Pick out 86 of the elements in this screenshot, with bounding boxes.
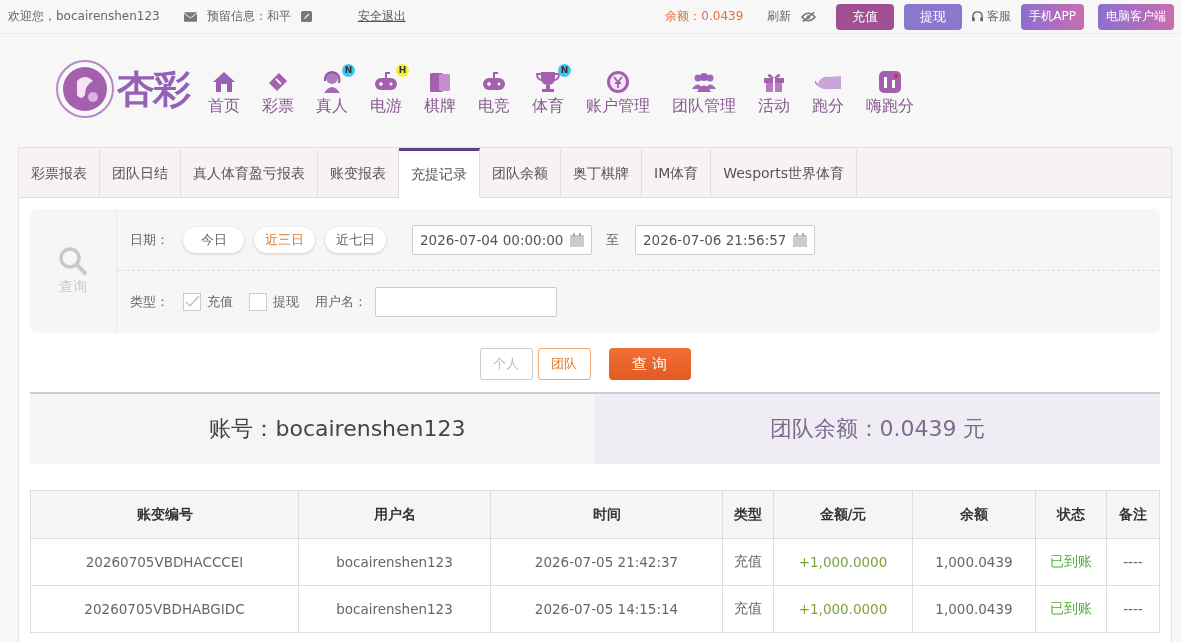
report-tab[interactable]: IM体育 (642, 148, 712, 197)
column-header: 时间 (490, 490, 723, 539)
end-date-field[interactable]: 2026-07-06 21:56:57 (635, 224, 815, 255)
checkbox-label[interactable]: 提现 (273, 292, 299, 311)
checkbox[interactable] (249, 292, 267, 311)
calendar-icon[interactable] (793, 232, 807, 247)
account-text: 账号：bocairenshen123 (209, 415, 466, 443)
start-date-field[interactable]: 2026-07-04 00:00:00 (412, 224, 592, 255)
mobile-app-button[interactable]: 手机APP (1021, 3, 1084, 30)
type-label: 类型： (130, 292, 169, 311)
report-tab[interactable]: 真人体育盈亏报表 (181, 148, 318, 197)
date-range-button[interactable]: 近三日 (254, 226, 315, 253)
nav-item[interactable]: 电竞 (467, 61, 521, 117)
column-header: 备注 (1106, 490, 1160, 539)
table-cell: 20260705VBDHACCCEI (30, 538, 299, 586)
username-label: 用户名： (315, 292, 367, 311)
nav-item[interactable]: 活动 (747, 61, 801, 117)
table-cell: ---- (1106, 585, 1160, 633)
balance-text: 余额：0.0439 (665, 8, 744, 25)
logo-emblem-icon[interactable] (55, 59, 115, 119)
calendar-icon[interactable] (570, 232, 584, 247)
column-header: 类型 (722, 490, 774, 539)
edit-icon[interactable] (300, 11, 312, 22)
username-field[interactable] (375, 286, 557, 317)
table-cell: 2026-07-05 14:15:14 (490, 585, 723, 633)
report-tab[interactable]: 团队余额 (480, 148, 561, 197)
report-tab[interactable]: Wesports世界体育 (711, 148, 858, 197)
nav-item[interactable]: 彩票 (251, 61, 305, 117)
table-cell: bocairenshen123 (298, 538, 491, 586)
nav-item[interactable]: 嗨跑分 (855, 61, 925, 117)
logo-text[interactable]: 杏彩 (117, 63, 189, 115)
checkbox-label[interactable]: 充值 (207, 292, 233, 311)
report-tab[interactable]: 充提记录 (399, 148, 480, 198)
service-link[interactable]: 客服 (987, 8, 1012, 25)
date-label: 日期： (130, 230, 169, 249)
mail-icon[interactable] (183, 11, 197, 22)
nav-badge: H (396, 63, 409, 77)
team-balance-text: 团队余额：0.0439 元 (769, 415, 986, 443)
nav-item[interactable]: 跑分 (801, 61, 855, 117)
hidden-eye-icon[interactable] (801, 10, 817, 23)
search-icon (58, 246, 88, 276)
withdraw-button[interactable]: 提现 (904, 3, 963, 30)
table-cell: ---- (1106, 538, 1160, 586)
query-button[interactable]: 查 询 (608, 348, 691, 380)
logout-link[interactable]: 安全退出 (357, 8, 406, 25)
checkbox[interactable] (183, 292, 201, 311)
table-cell: 已到账 (1035, 585, 1107, 633)
nav-item[interactable]: 首页 (197, 61, 251, 117)
scope-button[interactable]: 团队 (537, 348, 591, 380)
nav-item[interactable]: 棋牌 (413, 61, 467, 117)
table-cell: 2026-07-05 21:42:37 (490, 538, 723, 586)
table-cell: 1,000.0439 (912, 538, 1036, 586)
nav-item[interactable]: N 真人 (305, 61, 359, 117)
nav-item[interactable]: 团队管理 (661, 61, 747, 117)
app-icon (877, 68, 903, 95)
column-header: 状态 (1035, 490, 1107, 539)
column-header: 金额/元 (773, 490, 913, 539)
nav-badge: N (342, 63, 355, 77)
nav-item[interactable]: 账户管理 (575, 61, 661, 117)
refresh-link[interactable]: 刷新 (767, 8, 792, 25)
table-cell: +1,000.0000 (773, 585, 913, 633)
table-cell: 20260705VBDHABGIDC (30, 585, 299, 633)
column-header: 用户名 (298, 490, 491, 539)
headset-icon[interactable] (972, 11, 984, 22)
deposit-button[interactable]: 充值 (836, 3, 895, 30)
report-tab[interactable]: 彩票报表 (19, 148, 100, 197)
nav-badge: N (558, 63, 571, 77)
nav-item[interactable]: H 电游 (359, 61, 413, 117)
to-label: 至 (606, 230, 619, 249)
report-tab[interactable]: 团队日结 (100, 148, 181, 197)
coin-icon (605, 68, 631, 95)
table-cell: +1,000.0000 (773, 538, 913, 586)
report-tab[interactable]: 奥丁棋牌 (561, 148, 642, 197)
table-cell: 已到账 (1035, 538, 1107, 586)
date-range-button[interactable]: 近七日 (325, 226, 386, 253)
table-cell: 充值 (722, 585, 774, 633)
pc-client-button[interactable]: 电脑客户端 (1098, 3, 1174, 30)
column-header: 余额 (912, 490, 1036, 539)
welcome-text: 欢迎您，bocairenshen123 (8, 8, 160, 25)
table-cell: 1,000.0439 (912, 585, 1036, 633)
table-cell: bocairenshen123 (298, 585, 491, 633)
date-range-button[interactable]: 今日 (183, 226, 244, 253)
column-header: 账变编号 (30, 490, 299, 539)
nav-item[interactable]: N 体育 (521, 61, 575, 117)
table-cell: 充值 (722, 538, 774, 586)
reserved-message: 预留信息：和平 (206, 8, 291, 25)
